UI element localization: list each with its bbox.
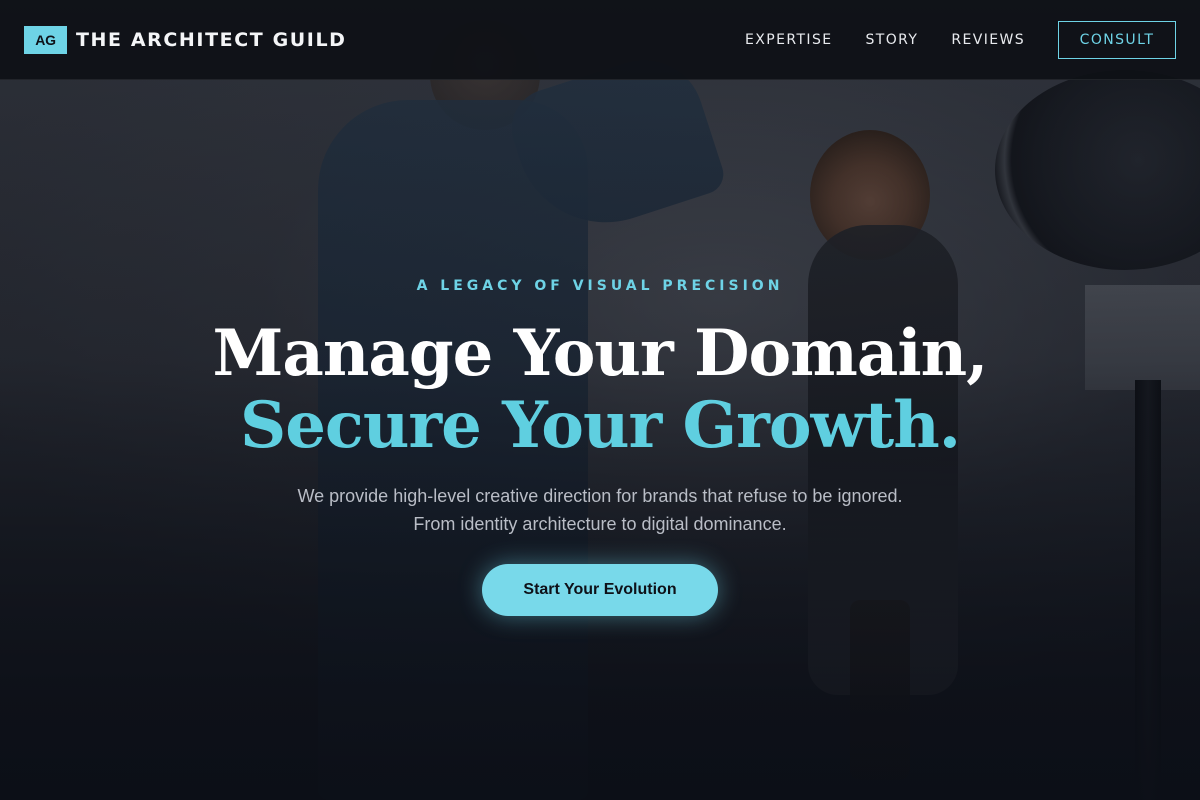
hero-section: A LEGACY OF VISUAL PRECISION Manage Your… — [0, 0, 1200, 800]
site-header: AG THE ARCHITECT GUILD EXPERTISE STORY R… — [0, 0, 1200, 80]
nav-link-story[interactable]: STORY — [866, 32, 919, 48]
headline-line-1: Manage Your Domain, — [212, 316, 989, 391]
nav-link-expertise[interactable]: EXPERTISE — [745, 32, 832, 48]
start-evolution-button[interactable]: Start Your Evolution — [482, 564, 718, 616]
hero-eyebrow: A LEGACY OF VISUAL PRECISION — [416, 278, 784, 294]
subtext-line-2: From identity architecture to digital do… — [413, 514, 787, 534]
nav-link-reviews[interactable]: REVIEWS — [951, 32, 1025, 48]
consult-button[interactable]: CONSULT — [1058, 20, 1176, 59]
hero-subtext: We provide high-level creative direction… — [0, 482, 1200, 538]
subtext-line-1: We provide high-level creative direction… — [297, 486, 903, 506]
brand-name: THE ARCHITECT GUILD — [76, 28, 347, 51]
hero-headline: Manage Your Domain, Secure Your Growth. — [0, 318, 1200, 462]
landing-page: AG THE ARCHITECT GUILD EXPERTISE STORY R… — [0, 0, 1200, 800]
brand-logo-link[interactable]: AG THE ARCHITECT GUILD — [24, 25, 347, 54]
main-nav: EXPERTISE STORY REVIEWS CONSULT — [745, 20, 1176, 59]
headline-line-2: Secure Your Growth. — [239, 388, 961, 463]
logo-badge: AG — [24, 25, 67, 54]
